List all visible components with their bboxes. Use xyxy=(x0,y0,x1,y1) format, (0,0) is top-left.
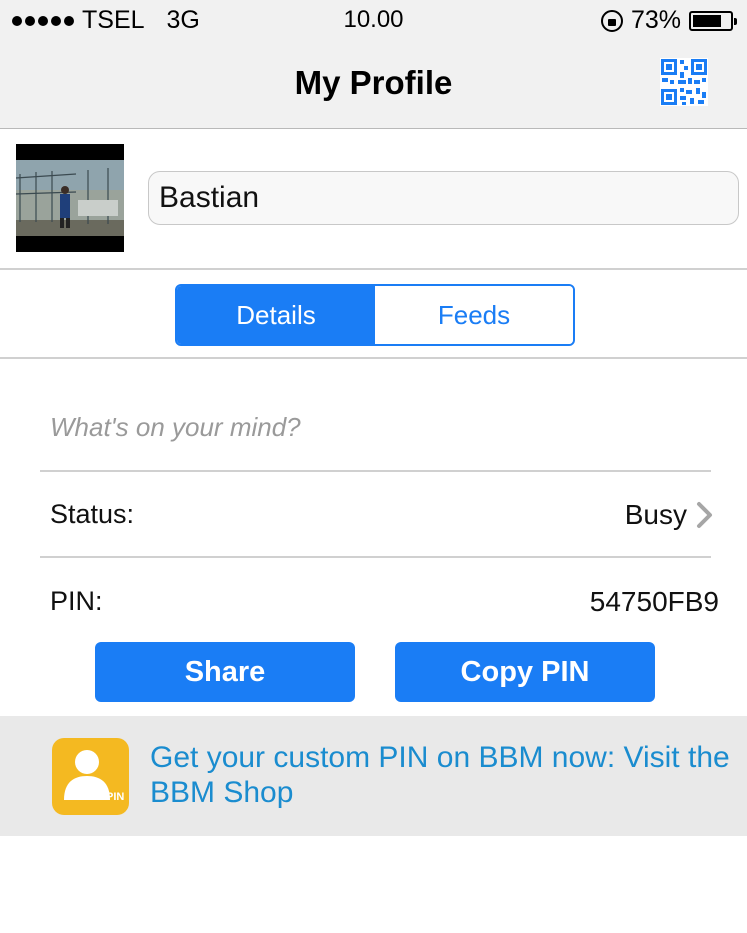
divider xyxy=(40,470,711,472)
status-value[interactable]: Busy xyxy=(625,499,687,531)
divider xyxy=(40,556,711,558)
chevron-right-icon[interactable] xyxy=(694,501,714,529)
share-button[interactable]: Share xyxy=(95,642,355,702)
divider xyxy=(0,268,747,270)
profile-photo-image xyxy=(16,144,124,252)
profile-picture[interactable] xyxy=(16,144,124,252)
pin-value: 54750FB9 xyxy=(589,586,719,617)
tab-details[interactable]: Details xyxy=(177,286,375,344)
divider xyxy=(0,357,747,359)
battery-percent: 73% xyxy=(630,6,681,34)
segmented-control: Details Feeds xyxy=(175,284,575,346)
pin-label: PIN: xyxy=(50,586,103,616)
copy-pin-button[interactable]: Copy PIN xyxy=(395,642,655,702)
status-label: Status: xyxy=(50,499,135,529)
custom-pin-icon: PIN xyxy=(52,738,129,815)
promo-icon-label: PIN xyxy=(106,791,124,803)
page-title: My Profile xyxy=(294,64,453,101)
battery-icon xyxy=(689,10,737,31)
qr-code-icon[interactable] xyxy=(660,58,708,106)
personal-message-input[interactable]: What's on your mind? xyxy=(50,412,301,443)
promo-link[interactable]: Get your custom PIN on BBM now: Visit th… xyxy=(150,740,730,810)
status-bar-right: 73% xyxy=(600,6,737,35)
display-name-field[interactable] xyxy=(148,171,739,225)
tab-feeds[interactable]: Feeds xyxy=(375,286,573,344)
rotation-lock-icon xyxy=(600,9,623,32)
